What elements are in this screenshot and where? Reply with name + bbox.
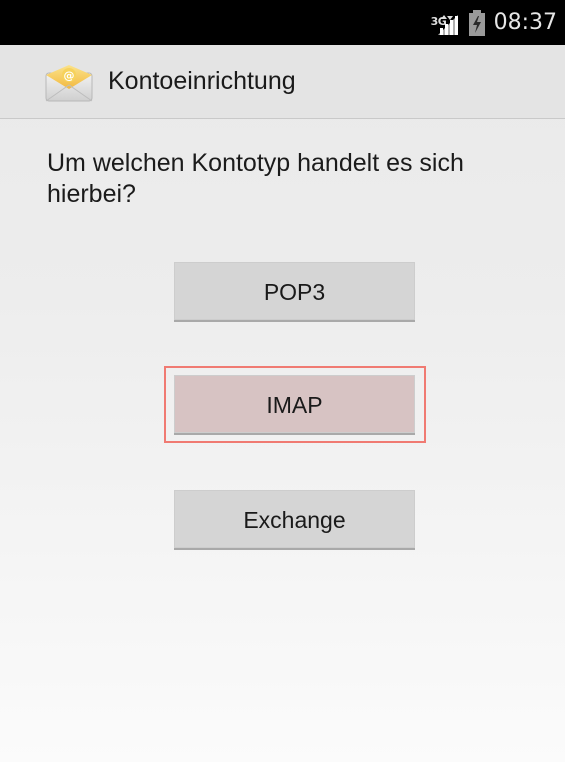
account-type-question: Um welchen Kontotyp handelt es sich hier… bbox=[47, 149, 464, 208]
svg-text:@: @ bbox=[64, 69, 75, 82]
exchange-button[interactable]: Exchange bbox=[174, 490, 415, 550]
signal-icon bbox=[437, 14, 458, 35]
pop3-button[interactable]: POP3 bbox=[174, 262, 415, 322]
signal-indicator: 3G bbox=[431, 10, 460, 36]
status-icons: 3G 08:37 bbox=[431, 0, 557, 45]
status-bar: 3G 08:37 bbox=[0, 0, 565, 45]
action-bar: @ Kontoeinrichtung bbox=[0, 45, 565, 119]
email-app-icon: @ bbox=[45, 65, 93, 102]
imap-button[interactable]: IMAP bbox=[174, 375, 415, 435]
app-title: Kontoeinrichtung bbox=[108, 67, 296, 95]
clock: 08:37 bbox=[493, 10, 557, 35]
battery-icon bbox=[468, 9, 485, 36]
